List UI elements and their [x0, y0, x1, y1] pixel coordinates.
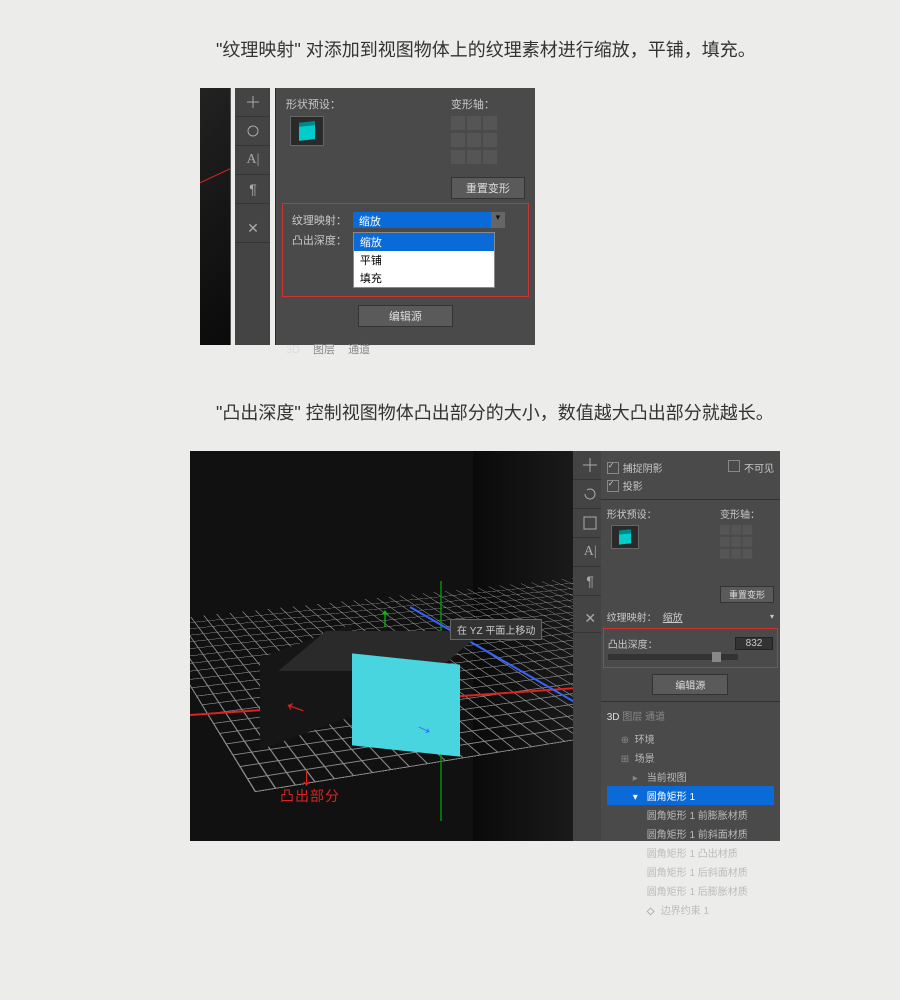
gizmo-y-arrow-icon[interactable]: ↑ — [378, 601, 392, 633]
tool-paragraph-icon[interactable]: ¶ — [235, 175, 270, 204]
tab-3d[interactable]: 3D — [286, 344, 300, 356]
shape-preset-swatch[interactable] — [611, 525, 639, 549]
tab-layers[interactable]: 图层 — [622, 712, 642, 723]
paragraph-2: "凸出深度" 控制视图物体凸出部分的大小，数值越大凸出部分就越长。 — [180, 395, 780, 431]
tab-3d[interactable]: 3D — [607, 712, 620, 723]
tree-environment[interactable]: ⊕环境 — [607, 729, 774, 748]
chevron-down-icon[interactable]: ▾ — [770, 612, 774, 621]
tree-current-view[interactable]: ▸当前视图 — [607, 767, 774, 786]
tree-item[interactable]: 圆角矩形 1 前斜面材质 — [607, 824, 774, 843]
extrude-depth-label: 凸出深度： — [608, 636, 658, 651]
capture-shadow-label: 捕捉阴影 — [623, 460, 663, 475]
tree-item-selected[interactable]: ▾圆角矩形 1 — [607, 786, 774, 805]
viewport-tooltip: 在 YZ 平面上移动 — [450, 619, 542, 640]
highlight-box: 凸出深度： 832 — [603, 628, 778, 668]
extrude-depth-slider[interactable] — [608, 654, 738, 660]
chevron-down-icon[interactable]: ▾ — [491, 212, 505, 228]
deform-axis-grid[interactable] — [720, 525, 758, 561]
tree-scene[interactable]: ⊞场景 — [607, 748, 774, 767]
texture-mapping-label: 纹理映射： — [287, 212, 347, 228]
reset-deform-button[interactable]: 重置变形 — [720, 586, 774, 603]
tool-text-icon[interactable]: A| — [235, 146, 270, 175]
tab-channels[interactable]: 通道 — [348, 344, 370, 356]
tool-orbit-icon[interactable] — [235, 117, 270, 146]
dropdown-option[interactable]: 平铺 — [354, 251, 494, 269]
scene-tree: ⊕环境 ⊞场景 ▸当前视图 ▾圆角矩形 1 圆角矩形 1 前膨胀材质 圆角矩形 … — [607, 729, 774, 919]
invisible-checkbox[interactable] — [728, 460, 740, 472]
panel-tabs: 3D 图层 通道 — [607, 708, 774, 723]
tool-sidebar: A| ¶ ✕ — [573, 451, 601, 841]
edit-source-button[interactable]: 编辑源 — [652, 674, 728, 695]
capture-shadow-checkbox[interactable] — [607, 462, 619, 474]
tree-item[interactable]: 圆角矩形 1 后膨胀材质 — [607, 881, 774, 900]
paragraph-1: "纹理映射" 对添加到视图物体上的纹理素材进行缩放，平铺，填充。 — [180, 32, 780, 68]
tree-item[interactable]: ◇边界约束 1 — [607, 900, 774, 919]
annotation-label: 凸出部分 — [280, 786, 340, 806]
properties-panel: 捕捉阴影 不可见 投影 形状预设： 变形轴： 重置变形 — [601, 451, 780, 841]
panel-tabs: 3D 图层 通道 — [286, 341, 525, 357]
cast-shadow-label: 投影 — [623, 478, 643, 493]
tool-pan-icon[interactable] — [235, 88, 270, 117]
deform-axis-label: 变形轴： — [451, 96, 525, 112]
tab-layers[interactable]: 图层 — [313, 344, 335, 356]
texture-mapping-dropdown[interactable]: 缩放 ▾ — [353, 212, 493, 228]
deform-axis-grid[interactable] — [451, 116, 525, 167]
properties-panel: 形状预设： 变形轴： 重置变形 纹理映射： 缩放 — [275, 88, 535, 345]
edit-source-button[interactable]: 编辑源 — [358, 305, 453, 327]
extrude-depth-label: 凸出深度： — [287, 232, 347, 248]
3d-viewport[interactable]: ↑ → → 在 YZ 平面上移动 ↓ 凸出部分 — [190, 451, 573, 841]
screenshot-texture-mapping: A| ¶ ✕ 形状预设： 变形轴： 重置变形 — [200, 88, 535, 345]
dropdown-selected[interactable]: 缩放 — [353, 212, 493, 228]
screenshot-extrude-depth: ↑ → → 在 YZ 平面上移动 ↓ 凸出部分 A| ¶ ✕ 捕捉阴影 不可见 … — [190, 451, 780, 841]
tree-item[interactable]: 圆角矩形 1 后斜面材质 — [607, 862, 774, 881]
shape-preset-swatch[interactable] — [290, 116, 324, 146]
texture-mapping-label: 纹理映射： — [607, 609, 657, 624]
dropdown-option[interactable]: 填充 — [354, 269, 494, 287]
reset-deform-button[interactable]: 重置变形 — [451, 177, 525, 199]
tree-item[interactable]: 圆角矩形 1 前膨胀材质 — [607, 805, 774, 824]
viewport-sliver — [200, 88, 231, 345]
tree-item[interactable]: 圆角矩形 1 凸出材质 — [607, 843, 774, 862]
highlight-box: 纹理映射： 缩放 ▾ 凸出深度： 缩放 平铺 填充 — [282, 203, 529, 297]
shape-preset-label: 形状预设： — [607, 506, 657, 521]
deform-axis-label: 变形轴： — [720, 506, 774, 521]
extrude-depth-value[interactable]: 832 — [735, 637, 773, 650]
tool-settings-icon[interactable]: ✕ — [235, 214, 270, 243]
cast-shadow-checkbox[interactable] — [607, 480, 619, 492]
shape-preset-label: 形状预设： — [286, 96, 341, 112]
dropdown-list: 缩放 平铺 填充 — [353, 232, 495, 288]
texture-mapping-value[interactable]: 缩放 — [663, 609, 683, 624]
tab-channels[interactable]: 通道 — [645, 712, 665, 723]
dropdown-option[interactable]: 缩放 — [354, 233, 494, 251]
invisible-label: 不可见 — [744, 464, 774, 475]
tool-sidebar: A| ¶ ✕ — [235, 88, 270, 345]
